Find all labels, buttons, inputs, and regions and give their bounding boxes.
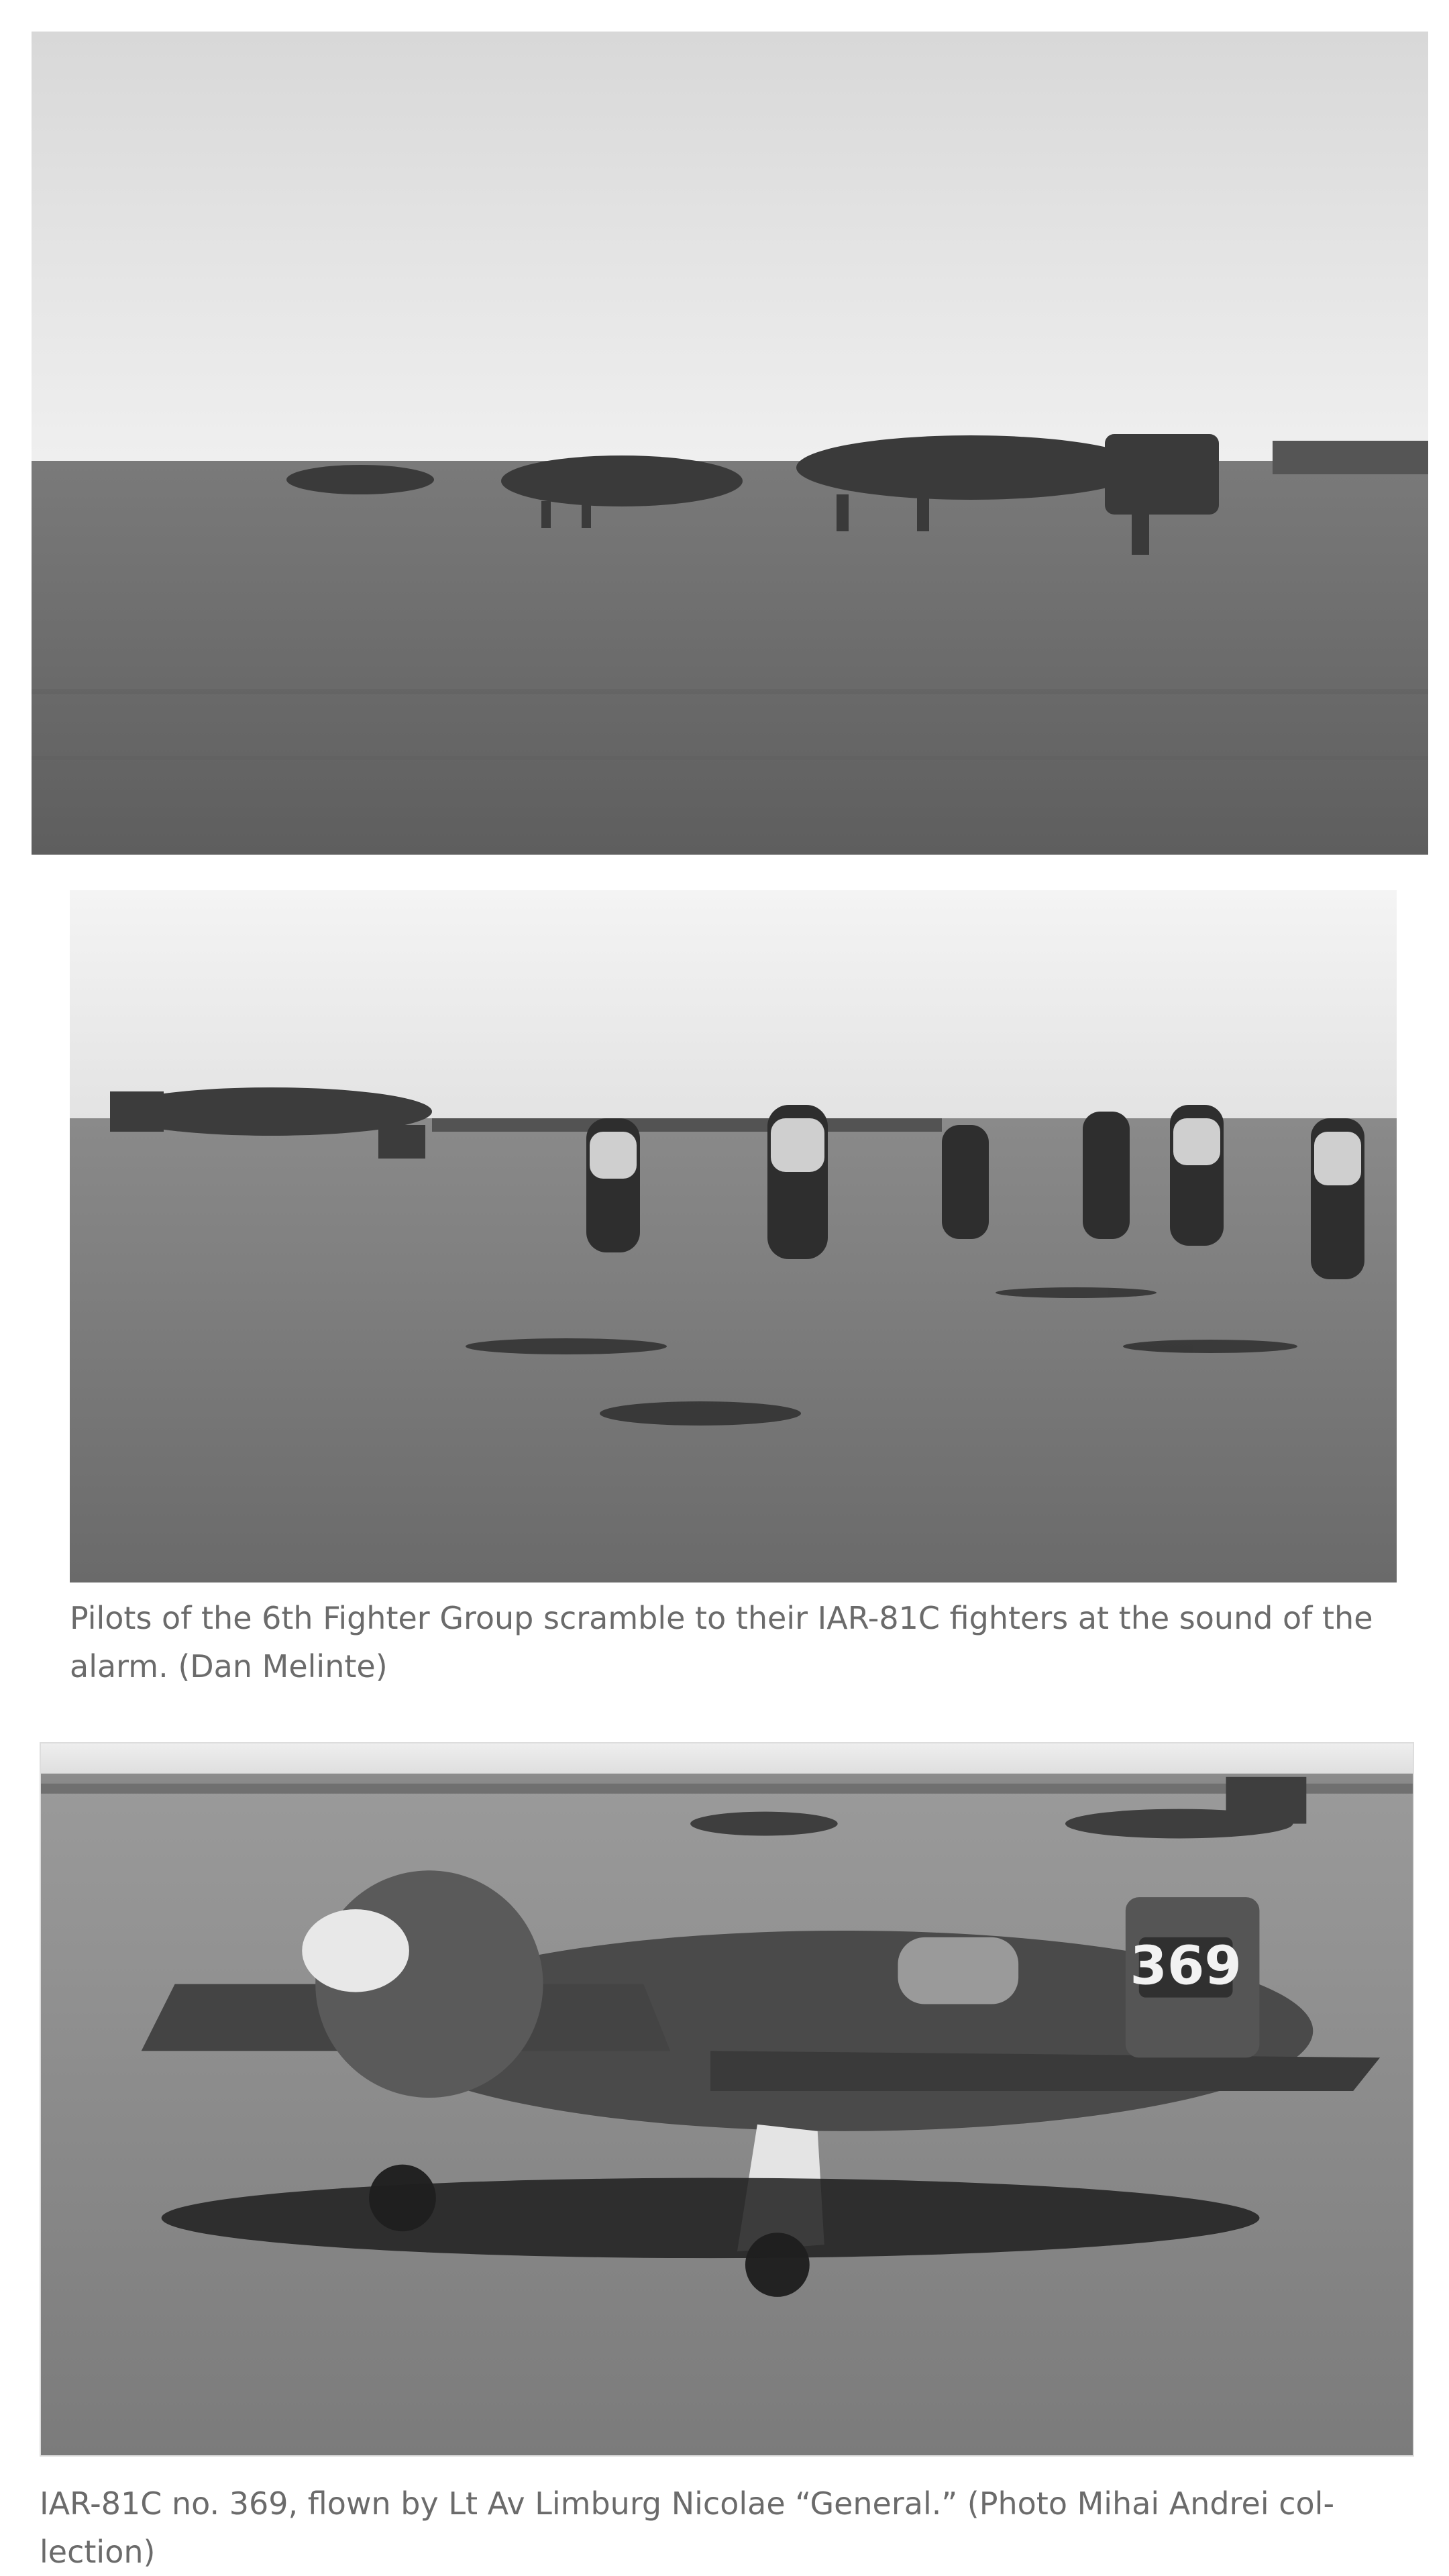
photo-pilots-scramble-image (70, 890, 1397, 1582)
photo-caption: Pilots of the 6th Fighter Group scramble… (70, 1600, 1373, 1684)
photo-airfield-lineup (32, 32, 1428, 855)
photo-pilots-scramble (70, 890, 1397, 1582)
photo-caption: IAR-81C no. 369, flown by Lt Av Limburg … (40, 2485, 1335, 2570)
photo-airfield-lineup-image (32, 32, 1428, 855)
photo-iar81c-369-image: 369 (41, 1743, 1413, 2455)
aircraft-marking: 369 (1130, 1935, 1242, 1997)
photo-iar81c-369: 369 (40, 1742, 1414, 2457)
